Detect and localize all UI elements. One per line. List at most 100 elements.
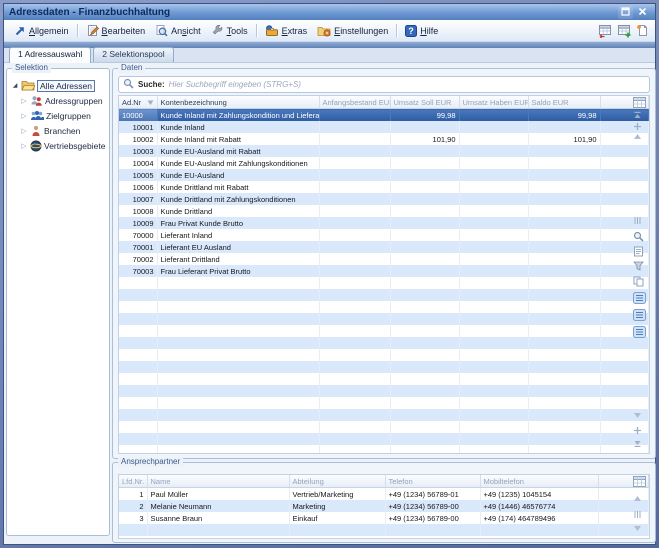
accounts-table: Ad.NrKontenbezeichnungAnfangsbestand EUR… <box>119 96 649 454</box>
filter-icon[interactable] <box>633 261 644 271</box>
cell: Paul Müller <box>147 488 289 501</box>
grid-chooser-icon[interactable] <box>633 97 646 108</box>
table-row[interactable]: 10005Kunde EU-Ausland <box>119 169 649 181</box>
cell <box>157 433 319 445</box>
table-row[interactable]: 70001Lieferant EU Ausland <box>119 241 649 253</box>
list-view-icon[interactable] <box>633 292 646 304</box>
table-row[interactable]: 70003Frau Lieferant Privat Brutto <box>119 265 649 277</box>
expand-toggle-icon[interactable]: ▷ <box>20 112 28 120</box>
copy-icon[interactable] <box>633 276 644 287</box>
menu-allgemein[interactable]: Allgemein <box>9 23 74 39</box>
col-header-umsatz-haben-eur[interactable]: Umsatz Haben EUR <box>459 96 528 109</box>
expand-toggle-icon[interactable]: ▷ <box>20 142 28 150</box>
tree-item-alle-adressen[interactable]: ◢Alle Adressen <box>11 78 107 93</box>
cell <box>119 397 157 409</box>
new-document-button[interactable] <box>636 24 648 37</box>
cell: Lieferant Inland <box>157 229 319 241</box>
col-header-kontenbezeichnung[interactable]: Kontenbezeichnung <box>157 96 319 109</box>
expand-toggle-icon[interactable]: ▷ <box>20 97 28 105</box>
table-row[interactable]: 2Melanie NeumannMarketing+49 (1234) 5678… <box>119 500 649 512</box>
cell <box>528 289 600 301</box>
tree-item-vertriebsgebiete[interactable]: ▷Vertriebsgebiete <box>11 138 107 153</box>
scroll-bottom-icon[interactable] <box>633 440 642 448</box>
col-header-umsatz-soll-eur[interactable]: Umsatz Soll EUR <box>390 96 459 109</box>
cell <box>459 445 528 454</box>
col-header-lfd-nr[interactable]: Lfd.Nr. <box>119 475 147 488</box>
grip-icon[interactable] <box>633 510 642 519</box>
scroll-up-icon[interactable] <box>633 133 642 140</box>
table-row[interactable]: 10009Frau Privat Kunde Brutto <box>119 217 649 229</box>
table-row[interactable]: 10001Kunde Inland <box>119 121 649 133</box>
data-panel-title: Daten <box>118 63 145 73</box>
table-add-button[interactable] <box>617 24 632 38</box>
magnify-doc-icon <box>155 24 168 37</box>
table-row[interactable]: 10000Kunde Inland mit Zahlungskondition … <box>119 109 649 122</box>
table-row[interactable]: 10002Kunde Inland mit Rabatt101,90101,90 <box>119 133 649 145</box>
table-row[interactable]: 1Paul MüllerVertrieb/Marketing+49 (1234)… <box>119 488 649 501</box>
tree-item-branchen[interactable]: ▷Branchen <box>11 123 107 138</box>
grid-chooser-icon[interactable] <box>633 476 646 487</box>
tree-item-adressgruppen[interactable]: ▷Adressgruppen <box>11 93 107 108</box>
scroll-up-icon[interactable] <box>633 495 642 502</box>
col-header-mobiltelefon[interactable]: Mobiltelefon <box>480 475 598 488</box>
table-row[interactable]: 10008Kunde Drittland <box>119 205 649 217</box>
tab-1-adressauswahl[interactable]: 1 Adressauswahl <box>9 47 91 63</box>
cell: Vertrieb/Marketing <box>289 488 385 501</box>
cell <box>528 385 600 397</box>
col-header-ad-nr[interactable]: Ad.Nr <box>119 96 157 109</box>
menu-extras[interactable]: Extras <box>260 22 313 39</box>
report-icon[interactable] <box>633 246 644 257</box>
tree-item-zielgruppen[interactable]: ▷Zielgruppen <box>11 108 107 123</box>
menu-items: Allgemein BearbeitenAnsichtTools ExtrasEin… <box>9 20 443 41</box>
cell <box>157 289 319 301</box>
expand-toggle-icon[interactable]: ▷ <box>20 127 28 135</box>
menu-einstellungen[interactable]: Einstellungen <box>312 23 393 39</box>
close-button[interactable] <box>635 6 650 19</box>
table-row[interactable]: 70002Lieferant Drittland <box>119 253 649 265</box>
table-row[interactable]: 70000Lieferant Inland <box>119 229 649 241</box>
search-icon <box>123 78 134 91</box>
search-bar[interactable]: Suche: Hier Suchbegriff eingeben (STRG+S… <box>118 76 650 93</box>
scroll-down-icon[interactable] <box>633 412 642 419</box>
cell <box>459 241 528 253</box>
cell: 1 <box>119 488 147 501</box>
table-row[interactable]: 10003Kunde EU-Ausland mit Rabatt <box>119 145 649 157</box>
table-row[interactable]: 3Susanne BraunEinkauf+49 (1234) 56789-00… <box>119 512 649 524</box>
menu-tools[interactable]: Tools <box>206 22 253 39</box>
col-header-abteilung[interactable]: Abteilung <box>289 475 385 488</box>
table-row[interactable]: 10004Kunde EU-Ausland mit Zahlungskondit… <box>119 157 649 169</box>
list-view-icon[interactable] <box>633 326 646 338</box>
menu-ansicht[interactable]: Ansicht <box>150 22 206 39</box>
table-row[interactable]: 10007Kunde Drittland mit Zahlungskonditi… <box>119 193 649 205</box>
cell <box>459 421 528 433</box>
col-header-saldo-eur[interactable]: Saldo EUR <box>528 96 600 109</box>
menu-hilfe[interactable]: ?Hilfe <box>400 23 443 39</box>
cell: 70001 <box>119 241 157 253</box>
cell <box>459 313 528 325</box>
col-header-anfangsbestand-eur[interactable]: Anfangsbestand EUR <box>319 96 390 109</box>
col-header-name[interactable]: Name <box>147 475 289 488</box>
scroll-plus-icon[interactable] <box>633 426 642 435</box>
tab-2-selektionspool[interactable]: 2 Selektionspool <box>93 47 173 62</box>
title-bar[interactable]: Adressdaten - Finanzbuchhaltung <box>4 4 655 20</box>
collapse-toggle-icon[interactable]: ◢ <box>11 82 19 89</box>
scroll-down-icon[interactable] <box>633 525 642 532</box>
scroll-plus-icon[interactable] <box>633 122 642 131</box>
cell <box>528 241 600 253</box>
table-export-button[interactable] <box>598 24 613 38</box>
maximize-button[interactable] <box>618 6 633 19</box>
list-view-icon[interactable] <box>633 309 646 321</box>
cell <box>459 193 528 205</box>
cell <box>157 301 319 313</box>
scroll-top-icon[interactable] <box>633 111 642 119</box>
cell <box>157 337 319 349</box>
col-header-telefon[interactable]: Telefon <box>385 475 480 488</box>
magnify-icon[interactable] <box>633 231 644 242</box>
cell <box>119 277 157 289</box>
table-row[interactable]: 10006Kunde Drittland mit Rabatt <box>119 181 649 193</box>
menu-bearbeiten[interactable]: Bearbeiten <box>81 22 151 39</box>
grip-icon[interactable] <box>633 216 642 225</box>
cell <box>319 253 390 265</box>
empty-row <box>119 445 649 454</box>
cell <box>459 337 528 349</box>
